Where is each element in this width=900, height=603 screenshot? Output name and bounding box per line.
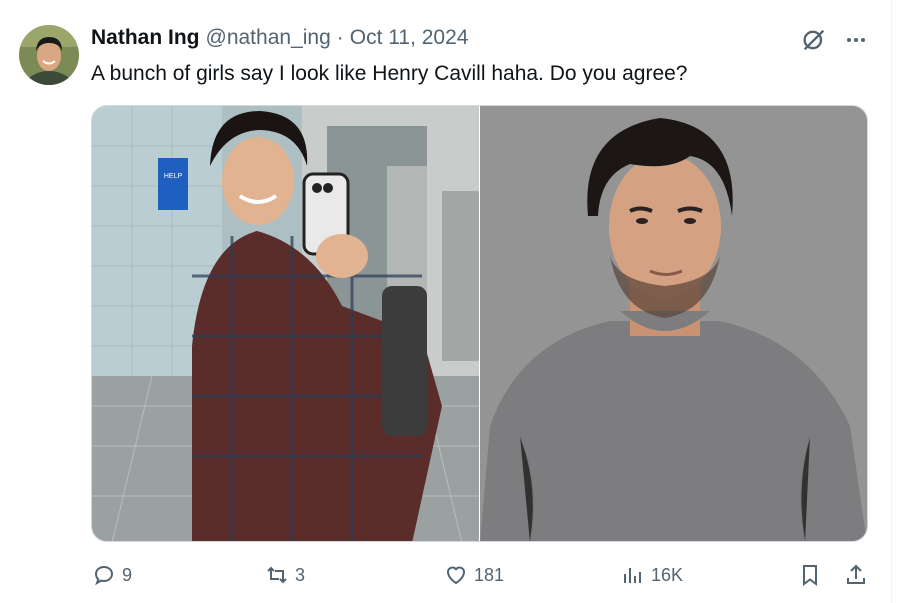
timeline-border bbox=[891, 0, 892, 603]
tweet-actions: 9 3 181 16K bbox=[0, 563, 900, 591]
like-button[interactable]: 181 bbox=[444, 563, 504, 587]
retweet-button[interactable]: 3 bbox=[265, 563, 305, 587]
bookmark-button[interactable] bbox=[798, 563, 822, 587]
tweet-header: Nathan Ing @nathan_ing · Oct 11, 2024 bbox=[91, 26, 468, 50]
views-count: 16K bbox=[651, 564, 684, 585]
tweet-date[interactable]: Oct 11, 2024 bbox=[350, 26, 469, 50]
share-icon bbox=[847, 564, 865, 584]
portrait-photo bbox=[480, 106, 867, 541]
tweet-media[interactable]: HELP bbox=[91, 105, 868, 542]
author-name[interactable]: Nathan Ing bbox=[91, 26, 200, 50]
media-photo-2[interactable] bbox=[480, 106, 867, 541]
help-poster-text: HELP bbox=[164, 173, 183, 180]
tweet-text: A bunch of girls say I look like Henry C… bbox=[91, 62, 688, 85]
avatar[interactable] bbox=[19, 25, 79, 85]
media-photo-1[interactable]: HELP bbox=[92, 106, 479, 541]
selfie-photo: HELP bbox=[92, 106, 479, 541]
avatar-image bbox=[19, 25, 79, 85]
separator-dot: · bbox=[336, 26, 344, 49]
reply-button[interactable]: 9 bbox=[92, 563, 132, 587]
retweet-count: 3 bbox=[295, 564, 306, 585]
bookmark-icon bbox=[803, 565, 817, 586]
tweet-top-actions bbox=[800, 26, 868, 59]
author-handle[interactable]: @nathan_ing bbox=[206, 26, 331, 50]
more-icon[interactable] bbox=[844, 28, 868, 57]
like-count: 181 bbox=[474, 564, 505, 585]
reply-icon bbox=[94, 565, 114, 586]
reply-count: 9 bbox=[122, 564, 133, 585]
grok-icon[interactable] bbox=[800, 26, 828, 59]
share-button[interactable] bbox=[844, 563, 868, 587]
views-icon bbox=[624, 568, 641, 583]
help-poster bbox=[158, 158, 188, 210]
views-button[interactable]: 16K bbox=[621, 563, 683, 587]
retweet-icon bbox=[267, 566, 287, 584]
like-icon bbox=[446, 566, 466, 585]
